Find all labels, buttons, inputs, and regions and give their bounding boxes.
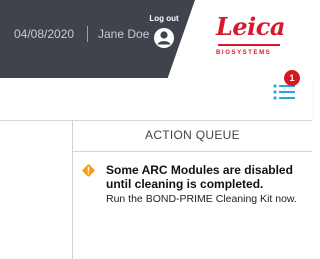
left-panel [0,121,73,259]
logout-label: Log out [149,14,179,23]
user-info-bar: 04/08/2020 Jane Doe Log out [0,0,195,78]
toolbar [0,78,312,121]
logout-icon [154,28,174,48]
top-bar: 04/08/2020 Jane Doe Log out Leica BIOSYS… [0,0,312,78]
brand-logo: Leica BIOSYSTEMS [212,10,302,66]
logout-button[interactable]: Log out [146,14,182,49]
notification-badge: 1 [284,70,300,86]
action-queue-panel: ACTION QUEUE Some ARC Modules are disabl… [73,121,312,259]
alert-title: Some ARC Modules are disabled until clea… [106,163,293,191]
divider [73,151,312,152]
action-queue-title: ACTION QUEUE [145,128,240,142]
brand-underline [218,44,280,46]
brand-name: Leica [216,12,285,41]
header-separator [87,26,88,42]
warning-icon[interactable] [81,163,96,178]
user-name: Jane Doe [98,27,150,41]
alert-message: Run the BOND-PRIME Cleaning Kit now. [106,193,297,205]
date-display: 04/08/2020 [14,27,75,41]
brand-subtitle: BIOSYSTEMS [216,50,272,56]
